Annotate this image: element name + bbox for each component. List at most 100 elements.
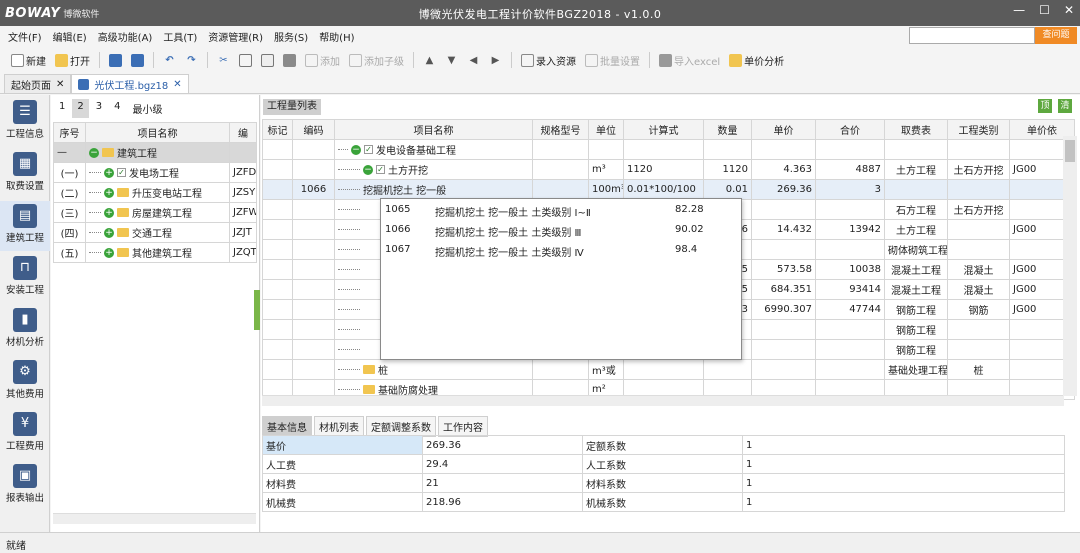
qty-cell[interactable] [703,359,752,380]
total-cell[interactable] [815,239,885,260]
price-cell[interactable]: 573.58 [751,259,816,280]
total-cell[interactable]: 47744 [815,299,885,320]
price-cell[interactable]: 4.363 [751,159,816,180]
fee-cell[interactable]: 钢筋工程 [884,299,948,320]
batch-settings-button[interactable]: 批量设置 [582,51,643,70]
mark-cell[interactable] [262,139,293,160]
qty-cell[interactable]: 1120 [703,159,752,180]
cat-cell[interactable]: 土石方开挖 [947,159,1010,180]
fee-cell[interactable]: 砌体砌筑工程 [884,239,948,260]
add-button[interactable]: 添加 [302,51,343,70]
column-header[interactable]: 数量 [703,119,752,140]
fee-cell[interactable]: 钢筋工程 [884,319,948,340]
column-header[interactable]: 计算式 [623,119,704,140]
value-cell[interactable]: 218.96 [422,492,583,512]
table-row[interactable]: (二) + 升压变电站工程 JZSY [53,182,257,203]
checkbox-icon[interactable]: ✓ [364,145,373,154]
column-header[interactable]: 单价 [751,119,816,140]
price-cell[interactable]: 684.351 [751,279,816,300]
cat-cell[interactable] [947,339,1010,360]
save-button[interactable] [106,52,125,69]
mark-cell[interactable] [262,359,293,380]
name-cell[interactable]: 挖掘机挖土 挖一般 [334,179,533,200]
cat-cell[interactable]: 土石方开挖 [947,199,1010,220]
minimize-button[interactable]: — [1013,3,1025,17]
checkbox-icon[interactable]: ✓ [117,168,126,177]
spec-cell[interactable] [532,179,589,200]
move-right-button[interactable]: ▶ [486,52,505,69]
cat-cell[interactable]: 桩 [947,359,1010,380]
code-cell[interactable] [292,239,335,260]
table-row[interactable]: 桩 m³或 基础处理工程桩 [262,359,1075,380]
collapse-icon[interactable]: − [351,144,361,155]
nav-report-output[interactable]: ▣ 报表输出 [0,461,50,511]
nav-material-analysis[interactable]: ▮ 材机分析 [0,305,50,355]
pin-top-icon[interactable]: 顶 [1038,99,1052,113]
undo-button[interactable]: ↶ [160,52,179,69]
new-button[interactable]: 新建 [8,51,49,70]
level-min[interactable]: 最小级 [128,99,168,118]
cat-cell[interactable]: 混凝土 [947,259,1010,280]
table-row[interactable]: (五) + 其他建筑工程 JZQT [53,242,257,263]
name-cell[interactable]: − ✓ 土方开挖 [334,159,533,180]
cut-button[interactable]: ✂ [214,52,233,69]
spec-cell[interactable] [532,359,589,380]
save-as-button[interactable] [128,52,147,69]
level-1[interactable]: 1 [54,99,70,118]
code-cell[interactable] [292,259,335,280]
price-cell[interactable] [751,139,816,160]
column-header[interactable]: 工程类别 [947,119,1010,140]
total-cell[interactable] [815,139,885,160]
table-row[interactable]: — − 建筑工程 [53,142,257,163]
column-header[interactable]: 取费表 [884,119,948,140]
checkbox-icon[interactable]: ✓ [376,165,385,174]
price-cell[interactable]: 14.432 [751,219,816,240]
menu-edit[interactable]: 编辑(E) [53,29,87,44]
spec-cell[interactable] [532,159,589,180]
price-cell[interactable] [751,359,816,380]
mark-cell[interactable] [262,299,293,320]
table-row[interactable]: (三) + 房屋建筑工程 JZFW [53,202,257,223]
fee-cell[interactable]: 土方工程 [884,159,948,180]
clear-icon[interactable]: 清 [1058,99,1072,113]
total-cell[interactable]: 13942 [815,219,885,240]
mark-cell[interactable] [262,319,293,340]
copy-button[interactable] [236,52,255,69]
mark-cell[interactable] [262,239,293,260]
code-cell[interactable] [292,199,335,220]
column-header[interactable]: 编 [229,122,257,143]
total-cell[interactable]: 4887 [815,159,885,180]
table-row[interactable]: − ✓ 土方开挖 m³ 1120 1120 4.363 4887 土方工程 土石方开挖 JG00 [262,159,1075,180]
cat-cell[interactable] [947,179,1010,200]
add-child-button[interactable]: 添加子级 [346,51,407,70]
total-cell[interactable] [815,319,885,340]
fee-cell[interactable] [884,139,948,160]
mark-cell[interactable] [262,179,293,200]
cat-cell[interactable]: 混凝土 [947,279,1010,300]
code-cell[interactable]: 1066 [292,179,335,200]
cat-cell[interactable] [947,239,1010,260]
mark-cell[interactable] [262,159,293,180]
menu-resources[interactable]: 资源管理(R) [208,29,263,44]
value-cell[interactable]: 269.36 [422,435,583,455]
move-left-button[interactable]: ◀ [464,52,483,69]
nav-construction[interactable]: ▤ 建筑工程 [0,201,50,251]
import-excel-button[interactable]: 导入excel [656,51,723,70]
nav-project-info[interactable]: ☰ 工程信息 [0,97,50,147]
code-cell[interactable] [292,159,335,180]
value-cell[interactable]: 1 [742,473,1065,493]
main-vertical-scrollbar[interactable] [1063,136,1077,396]
code-cell[interactable] [292,219,335,240]
qty-cell[interactable] [703,139,752,160]
delete-button[interactable] [280,52,299,69]
fee-cell[interactable]: 基础处理工程 [884,359,948,380]
fee-cell[interactable]: 混凝土工程 [884,279,948,300]
value-cell[interactable]: 1 [742,454,1065,474]
unit-cell[interactable]: m³ [588,159,624,180]
dropdown-option[interactable]: 1066 挖掘机挖土 挖一般土 土类级别 Ⅲ 90.02 [381,220,741,240]
mark-cell[interactable] [262,259,293,280]
import-resource-button[interactable]: 录入资源 [518,51,579,70]
dropdown-option[interactable]: 1065 挖掘机挖土 挖一般土 土类级别 Ⅰ~Ⅱ 82.28 [381,200,741,220]
unit-cell[interactable]: 100m³ [588,179,624,200]
value-cell[interactable]: 21 [422,473,583,493]
